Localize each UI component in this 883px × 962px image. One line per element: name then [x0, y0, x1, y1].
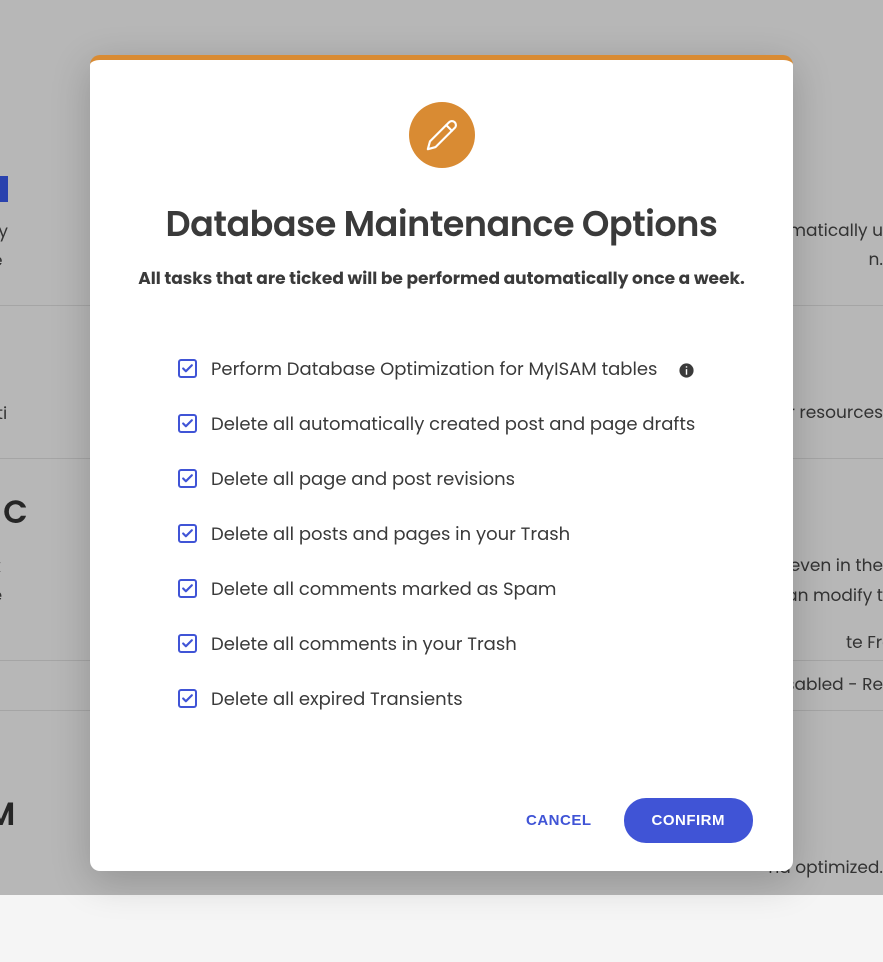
option-row-delete-spam-comments: Delete all comments marked as Spam	[178, 576, 705, 603]
option-row-db-optimization: Perform Database Optimization for MyISAM…	[178, 356, 705, 383]
option-row-delete-drafts: Delete all automatically created post an…	[178, 411, 705, 438]
modal-title: Database Maintenance Options	[90, 198, 793, 251]
checkbox[interactable]	[178, 579, 197, 598]
option-label: Delete all expired Transients	[211, 686, 463, 713]
confirm-button[interactable]: CONFIRM	[624, 798, 754, 843]
option-label: Delete all page and post revisions	[211, 466, 515, 493]
modal-overlay[interactable]: Database Maintenance Options All tasks t…	[0, 0, 883, 895]
option-label: Delete all comments marked as Spam	[211, 576, 556, 603]
checkbox[interactable]	[178, 469, 197, 488]
checkbox[interactable]	[178, 359, 197, 378]
option-label: Delete all comments in your Trash	[211, 631, 517, 658]
options-list: Perform Database Optimization for MyISAM…	[90, 356, 793, 713]
checkbox[interactable]	[178, 689, 197, 708]
cancel-button[interactable]: CANCEL	[522, 800, 596, 841]
pencil-icon	[409, 102, 475, 168]
checkbox[interactable]	[178, 414, 197, 433]
option-label: Delete all posts and pages in your Trash	[211, 521, 570, 548]
database-maintenance-modal: Database Maintenance Options All tasks t…	[90, 55, 793, 871]
modal-subtitle: All tasks that are ticked will be perfor…	[90, 265, 793, 291]
option-label: Delete all automatically created post an…	[211, 411, 695, 438]
option-label: Perform Database Optimization for MyISAM…	[211, 356, 657, 383]
modal-footer: CANCEL CONFIRM	[90, 798, 793, 843]
option-row-delete-trash-comments: Delete all comments in your Trash	[178, 631, 705, 658]
option-row-delete-trash-posts: Delete all posts and pages in your Trash	[178, 521, 705, 548]
option-row-delete-revisions: Delete all page and post revisions	[178, 466, 705, 493]
checkbox[interactable]	[178, 524, 197, 543]
checkbox[interactable]	[178, 634, 197, 653]
info-icon[interactable]	[677, 362, 695, 380]
option-row-delete-transients: Delete all expired Transients	[178, 686, 705, 713]
